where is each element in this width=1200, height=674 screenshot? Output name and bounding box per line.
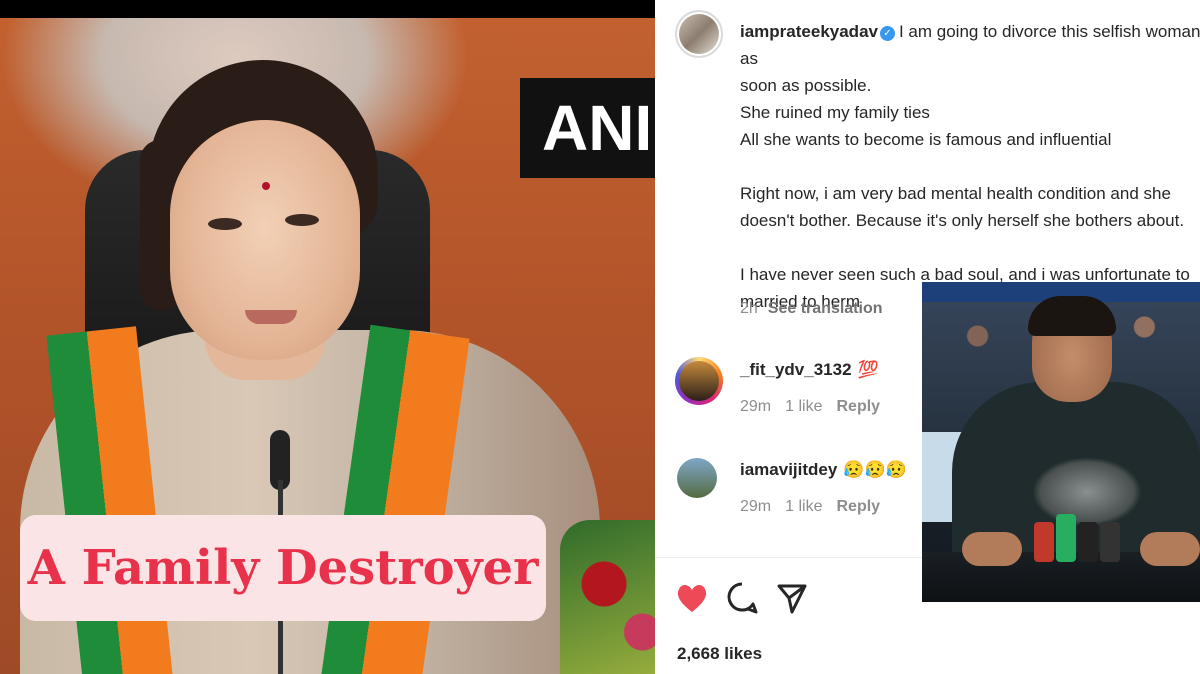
chip-stack	[1034, 522, 1054, 562]
comment-username[interactable]: iamavijitdey 😥😥😥	[740, 460, 907, 480]
reply-button[interactable]: Reply	[836, 498, 880, 515]
comment-meta: 29m 1 like Reply	[740, 398, 894, 416]
comment-time: 29m	[740, 398, 772, 415]
shirt-print	[1032, 457, 1142, 527]
caption-line-4: All she wants to become is famous and in…	[740, 130, 1112, 149]
comment-likes[interactable]: 1 like	[785, 498, 822, 515]
caption-line-2: soon as possible.	[740, 76, 872, 95]
author-avatar[interactable]	[679, 14, 719, 54]
caption-line-3: She ruined my family ties	[740, 103, 930, 122]
chip-stack	[1078, 522, 1098, 562]
bindi	[262, 182, 270, 190]
comment-icon[interactable]	[725, 580, 759, 616]
comment-likes[interactable]: 1 like	[785, 398, 822, 415]
see-translation-link[interactable]: See translation	[768, 300, 883, 317]
reply-button[interactable]: Reply	[836, 398, 880, 415]
comment-time: 29m	[740, 498, 772, 515]
woman-face	[170, 120, 360, 360]
chip-stack	[1056, 514, 1076, 562]
post-time: 2h	[740, 300, 758, 317]
heart-icon[interactable]	[675, 580, 709, 616]
comment-avatar[interactable]	[677, 458, 717, 498]
man-hair	[1028, 296, 1116, 336]
likes-count[interactable]: 2,668 likes	[677, 644, 762, 664]
right-eye	[285, 214, 319, 226]
comment-avatar[interactable]	[679, 361, 719, 401]
poker-photo-inset	[922, 282, 1200, 602]
man-hand-left	[962, 532, 1022, 566]
mouth	[245, 310, 297, 324]
caption-line-6: Right now, i am very bad mental health c…	[740, 184, 1171, 203]
verified-badge-icon: ✓	[879, 26, 895, 41]
left-eye	[208, 218, 242, 230]
comment-text: 💯	[857, 360, 879, 379]
post-caption: iamprateekyadav ✓ I am going to divorce th…	[740, 18, 1200, 315]
share-icon[interactable]	[775, 580, 809, 616]
top-black-strip	[0, 0, 655, 18]
ani-board: ANI	[520, 78, 655, 178]
man-hand-right	[1140, 532, 1200, 566]
post-meta: 2h See translation	[740, 300, 883, 318]
news-photo: ANI A Family Destroyer	[0, 0, 655, 674]
flower-bouquet	[560, 520, 655, 674]
chip-stack	[1100, 522, 1120, 562]
comment-meta: 29m 1 like Reply	[740, 498, 894, 516]
comment-username[interactable]: _fit_ydv_3132 💯	[740, 360, 879, 380]
caption-line-7: doesn't bother. Because it's only hersel…	[740, 211, 1185, 230]
caption-text: A Family Destroyer	[27, 540, 539, 596]
author-username[interactable]: iamprateekyadav	[740, 22, 878, 41]
comment-text: 😥😥😥	[843, 460, 907, 479]
